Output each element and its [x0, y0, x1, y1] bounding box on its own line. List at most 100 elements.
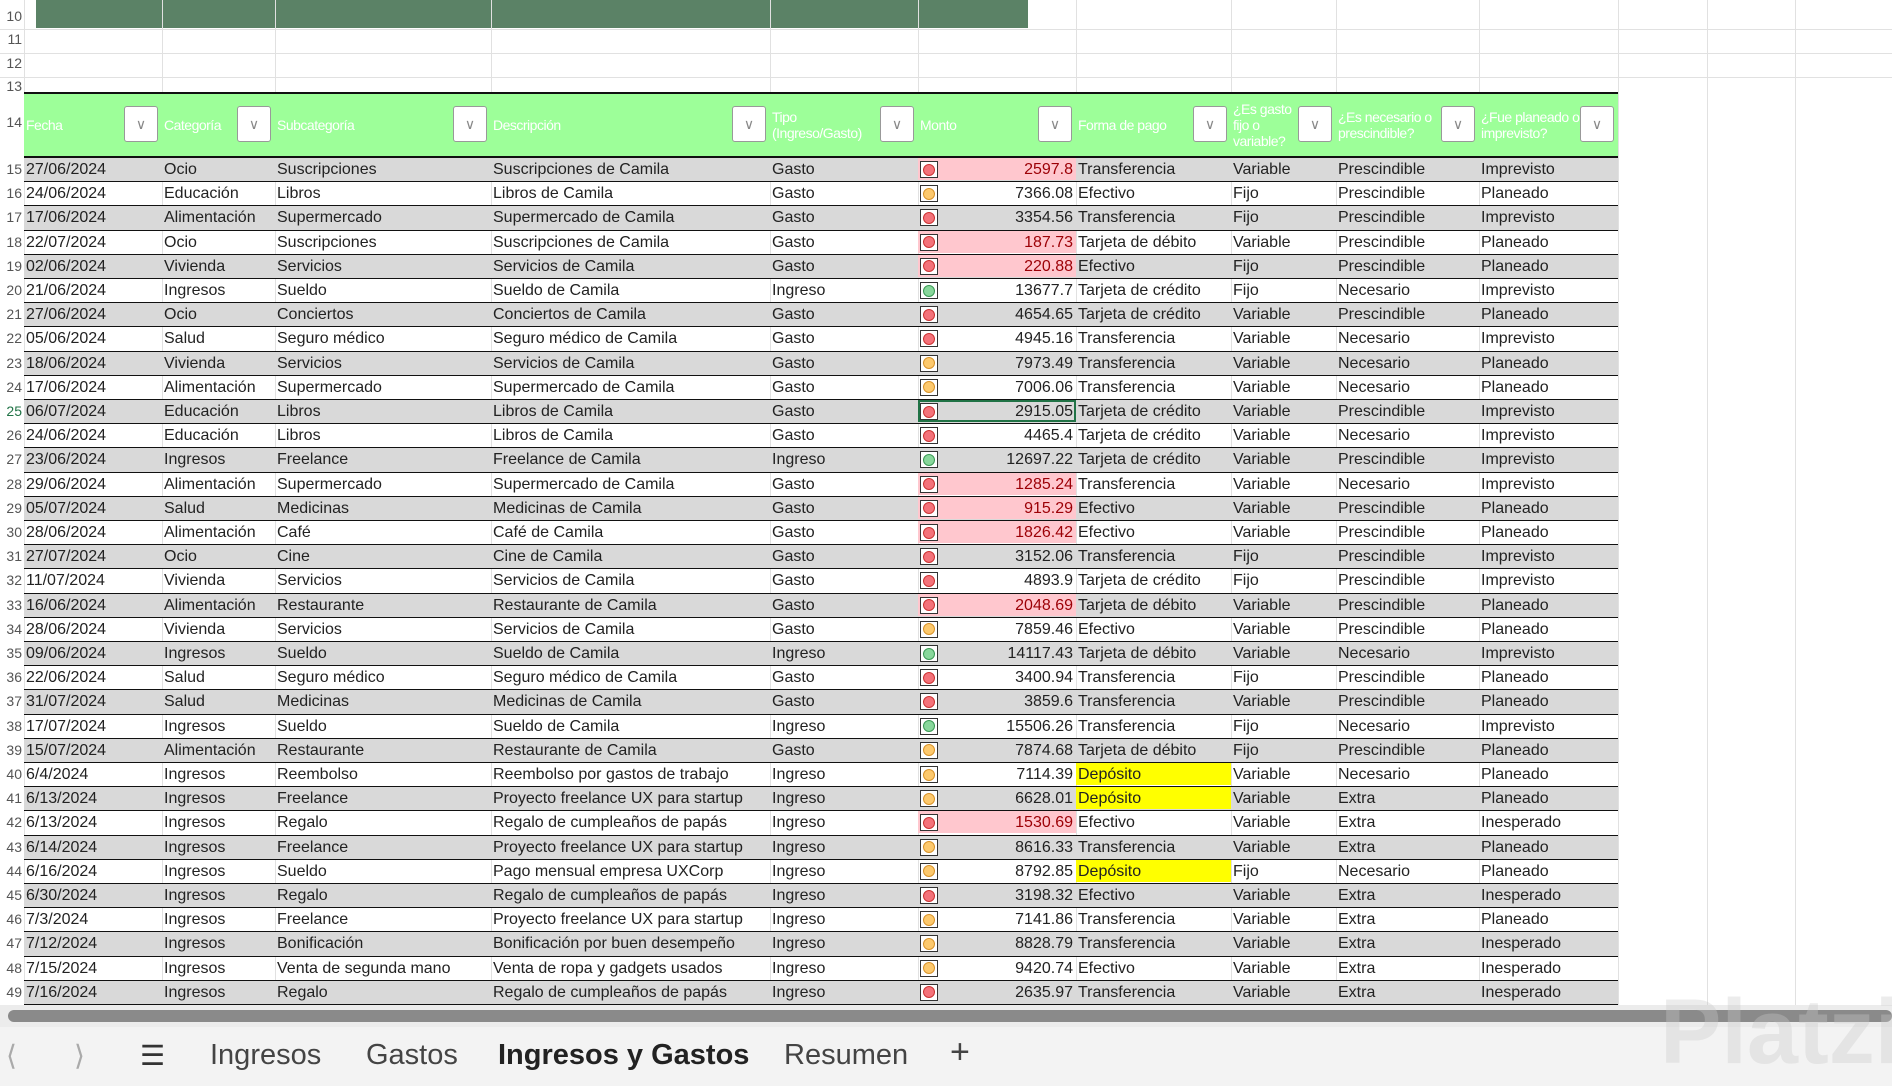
cell-planeado-imprevisto[interactable]: Planeado [1479, 352, 1618, 374]
prev-sheet-icon[interactable]: ⟨ [6, 1039, 17, 1072]
cell-necesario-prescindible[interactable]: Extra [1336, 981, 1479, 1003]
cell-monto[interactable]: 6628.01 [918, 787, 1076, 809]
cell-descripcion[interactable]: Sueldo de Camila [491, 279, 770, 301]
cell-necesario-prescindible[interactable]: Prescindible [1336, 182, 1479, 204]
cell-fijo-variable[interactable]: Variable [1231, 594, 1336, 616]
cell-necesario-prescindible[interactable]: Necesario [1336, 424, 1479, 446]
cell-monto[interactable]: 14117.43 [918, 642, 1076, 664]
cell-subcategoria[interactable]: Servicios [275, 569, 491, 591]
cell-fecha[interactable]: 27/06/2024 [24, 158, 162, 180]
cell-categoria[interactable]: Alimentación [162, 739, 275, 761]
cell-descripcion[interactable]: Servicios de Camila [491, 618, 770, 640]
cell-planeado-imprevisto[interactable]: Imprevisto [1479, 327, 1618, 349]
cell-planeado-imprevisto[interactable]: Planeado [1479, 908, 1618, 930]
cell-categoria[interactable]: Ingresos [162, 642, 275, 664]
cell-necesario-prescindible[interactable]: Necesario [1336, 279, 1479, 301]
cell-forma-pago[interactable]: Tarjeta de débito [1076, 642, 1231, 664]
cell-necesario-prescindible[interactable]: Necesario [1336, 642, 1479, 664]
cell-descripcion[interactable]: Seguro médico de Camila [491, 327, 770, 349]
cell-subcategoria[interactable]: Bonificación [275, 932, 491, 954]
cell-planeado-imprevisto[interactable]: Planeado [1479, 231, 1618, 253]
cell-planeado-imprevisto[interactable]: Planeado [1479, 521, 1618, 543]
cell-monto[interactable]: 7973.49 [918, 352, 1076, 374]
cell-forma-pago[interactable]: Tarjeta de crédito [1076, 448, 1231, 470]
cell-fecha[interactable]: 28/06/2024 [24, 618, 162, 640]
filter-dropdown-button[interactable]: ∨ [880, 106, 914, 142]
cell-tipo[interactable]: Ingreso [770, 957, 918, 979]
cell-categoria[interactable]: Ingresos [162, 957, 275, 979]
cell-fijo-variable[interactable]: Fijo [1231, 279, 1336, 301]
cell-planeado-imprevisto[interactable]: Inesperado [1479, 981, 1618, 1003]
cell-forma-pago[interactable]: Transferencia [1076, 206, 1231, 228]
cell-subcategoria[interactable]: Restaurante [275, 739, 491, 761]
cell-fecha[interactable]: 15/07/2024 [24, 739, 162, 761]
cell-descripcion[interactable]: Supermercado de Camila [491, 473, 770, 495]
cell-forma-pago[interactable]: Transferencia [1076, 158, 1231, 180]
cell-monto[interactable]: 9420.74 [918, 957, 1076, 979]
cell-descripcion[interactable]: Seguro médico de Camila [491, 666, 770, 688]
cell-monto[interactable]: 915.29 [918, 496, 1076, 519]
cell-fijo-variable[interactable]: Variable [1231, 690, 1336, 712]
cell-descripcion[interactable]: Restaurante de Camila [491, 739, 770, 761]
cell-tipo[interactable]: Gasto [770, 666, 918, 688]
cell-tipo[interactable]: Gasto [770, 376, 918, 398]
cell-necesario-prescindible[interactable]: Prescindible [1336, 303, 1479, 325]
cell-subcategoria[interactable]: Supermercado [275, 206, 491, 228]
cell-descripcion[interactable]: Libros de Camila [491, 400, 770, 422]
cell-subcategoria[interactable]: Suscripciones [275, 231, 491, 253]
cell-forma-pago[interactable]: Tarjeta de crédito [1076, 400, 1231, 422]
cell-categoria[interactable]: Alimentación [162, 206, 275, 228]
cell-subcategoria[interactable]: Medicinas [275, 497, 491, 519]
cell-categoria[interactable]: Ingresos [162, 860, 275, 882]
cell-tipo[interactable]: Ingreso [770, 811, 918, 833]
tab-ingresos[interactable]: Ingresos [210, 1039, 321, 1072]
cell-tipo[interactable]: Gasto [770, 545, 918, 567]
cell-tipo[interactable]: Gasto [770, 206, 918, 228]
cell-subcategoria[interactable]: Reembolso [275, 763, 491, 785]
cell-necesario-prescindible[interactable]: Prescindible [1336, 569, 1479, 591]
cell-descripcion[interactable]: Reembolso por gastos de trabajo [491, 763, 770, 785]
cell-fecha[interactable]: 17/06/2024 [24, 376, 162, 398]
cell-fijo-variable[interactable]: Variable [1231, 908, 1336, 930]
cell-planeado-imprevisto[interactable]: Imprevisto [1479, 473, 1618, 495]
cell-fecha[interactable]: 05/07/2024 [24, 497, 162, 519]
cell-monto[interactable]: 13677.7 [918, 279, 1076, 301]
cell-forma-pago[interactable]: Transferencia [1076, 981, 1231, 1003]
cell-necesario-prescindible[interactable]: Prescindible [1336, 448, 1479, 470]
cell-fecha[interactable]: 22/07/2024 [24, 231, 162, 253]
cell-fecha[interactable]: 23/06/2024 [24, 448, 162, 470]
cell-categoria[interactable]: Vivienda [162, 569, 275, 591]
horizontal-scrollbar[interactable] [0, 1005, 1892, 1027]
cell-tipo[interactable]: Gasto [770, 327, 918, 349]
cell-necesario-prescindible[interactable]: Prescindible [1336, 255, 1479, 277]
cell-descripcion[interactable]: Regalo de cumpleaños de papás [491, 884, 770, 906]
cell-fecha[interactable]: 02/06/2024 [24, 255, 162, 277]
cell-categoria[interactable]: Ingresos [162, 279, 275, 301]
cell-descripcion[interactable]: Pago mensual empresa UXCorp [491, 860, 770, 882]
cell-tipo[interactable]: Ingreso [770, 860, 918, 882]
cell-forma-pago[interactable]: Transferencia [1076, 836, 1231, 858]
cell-categoria[interactable]: Alimentación [162, 594, 275, 616]
cell-necesario-prescindible[interactable]: Prescindible [1336, 206, 1479, 228]
cell-tipo[interactable]: Gasto [770, 182, 918, 204]
cell-tipo[interactable]: Gasto [770, 400, 918, 422]
cell-planeado-imprevisto[interactable]: Imprevisto [1479, 642, 1618, 664]
cell-fecha[interactable]: 31/07/2024 [24, 690, 162, 712]
cell-monto[interactable]: 12697.22 [918, 448, 1076, 470]
cell-planeado-imprevisto[interactable]: Planeado [1479, 836, 1618, 858]
cell-forma-pago[interactable]: Efectivo [1076, 255, 1231, 277]
cell-subcategoria[interactable]: Sueldo [275, 279, 491, 301]
cell-necesario-prescindible[interactable]: Prescindible [1336, 497, 1479, 519]
cell-necesario-prescindible[interactable]: Necesario [1336, 376, 1479, 398]
cell-tipo[interactable]: Gasto [770, 473, 918, 495]
cell-categoria[interactable]: Ingresos [162, 884, 275, 906]
cell-fijo-variable[interactable]: Variable [1231, 981, 1336, 1003]
cell-fijo-variable[interactable]: Variable [1231, 352, 1336, 374]
cell-necesario-prescindible[interactable]: Prescindible [1336, 690, 1479, 712]
cell-descripcion[interactable]: Cine de Camila [491, 545, 770, 567]
cell-necesario-prescindible[interactable]: Prescindible [1336, 521, 1479, 543]
filter-dropdown-button[interactable]: ∨ [453, 106, 487, 142]
cell-monto[interactable]: 15506.26 [918, 715, 1076, 737]
cell-planeado-imprevisto[interactable]: Planeado [1479, 376, 1618, 398]
cell-planeado-imprevisto[interactable]: Imprevisto [1479, 424, 1618, 446]
